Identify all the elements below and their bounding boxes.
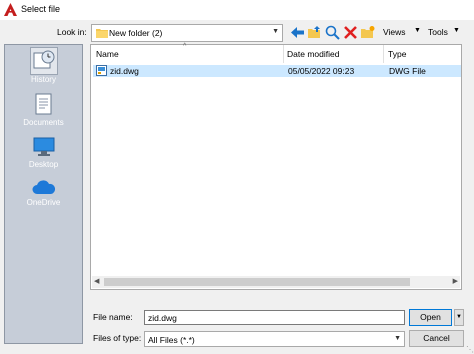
dwg-file-icon (96, 65, 107, 76)
folder-icon (96, 29, 108, 38)
new-folder-icon[interactable] (360, 25, 375, 40)
views-button[interactable]: Views (383, 27, 406, 37)
places-label-desktop: Desktop (28, 160, 59, 169)
chevron-down-icon: ▼ (456, 314, 462, 320)
onedrive-cloud-icon (32, 180, 55, 194)
open-button-label: Open (420, 312, 441, 322)
title-bar: Select file (0, 0, 474, 20)
places-item-onedrive[interactable]: OneDrive (5, 179, 82, 207)
tools-dropdown-icon[interactable]: ▼ (453, 27, 460, 34)
places-label-onedrive: OneDrive (26, 198, 61, 207)
tools-button[interactable]: Tools (428, 27, 448, 37)
open-dropdown-button[interactable]: ▼ (454, 309, 464, 326)
places-label-history: History (31, 75, 56, 84)
places-bar: History Documents Desktop OneDrive (4, 44, 83, 344)
places-item-desktop[interactable]: Desktop (5, 137, 82, 169)
scrollbar-thumb[interactable] (104, 278, 410, 286)
filename-value: zid.dwg (148, 313, 177, 323)
cancel-button[interactable]: Cancel (409, 330, 464, 347)
places-label-documents: Documents (23, 118, 64, 127)
file-type-cell: DWG File (389, 66, 426, 76)
filetype-label: Files of type: (93, 333, 142, 343)
desktop-icon (33, 137, 54, 156)
filename-label: File name: (93, 312, 133, 322)
places-item-history[interactable]: History (5, 47, 82, 84)
file-list[interactable]: ^ Name Date modified Type zid.dwg 05/05/… (90, 43, 462, 290)
file-date-cell: 05/05/2022 09:23 (288, 66, 355, 76)
file-name-cell: zid.dwg (110, 66, 139, 76)
documents-icon (35, 93, 51, 115)
table-row[interactable]: zid.dwg 05/05/2022 09:23 DWG File (93, 65, 461, 77)
sort-ascending-icon: ^ (183, 43, 187, 50)
search-web-icon[interactable] (325, 25, 340, 40)
delete-icon[interactable] (343, 25, 358, 40)
views-dropdown-icon[interactable]: ▼ (414, 27, 421, 34)
autocad-app-icon (4, 3, 17, 16)
resize-grip-icon[interactable]: ⋱ (466, 345, 474, 354)
window-title: Select file (21, 4, 61, 14)
horizontal-scrollbar[interactable]: ◀ ▶ (92, 276, 460, 288)
places-item-documents[interactable]: Documents (5, 93, 82, 127)
back-arrow-icon[interactable] (290, 25, 305, 40)
history-icon (33, 50, 54, 69)
column-header-name[interactable]: Name (96, 49, 119, 59)
lookin-value: New folder (2) (109, 28, 163, 38)
column-header-type[interactable]: Type (388, 49, 406, 59)
filetype-combo[interactable]: All Files (*.*) ▼ (144, 331, 405, 347)
scroll-right-icon[interactable]: ▶ (453, 277, 458, 285)
open-button[interactable]: Open (409, 309, 452, 326)
column-divider[interactable] (383, 45, 384, 63)
chevron-down-icon: ▼ (272, 28, 279, 35)
scroll-left-icon[interactable]: ◀ (94, 277, 99, 285)
up-folder-icon[interactable] (307, 25, 322, 40)
filetype-value: All Files (*.*) (148, 335, 195, 345)
filename-input[interactable]: zid.dwg (144, 310, 405, 325)
column-divider[interactable] (283, 45, 284, 63)
lookin-label: Look in: (57, 27, 87, 37)
chevron-down-icon: ▼ (394, 335, 401, 342)
cancel-button-label: Cancel (423, 333, 450, 343)
column-header-date[interactable]: Date modified (287, 49, 339, 59)
lookin-combo[interactable]: New folder (2) ▼ (91, 24, 283, 42)
